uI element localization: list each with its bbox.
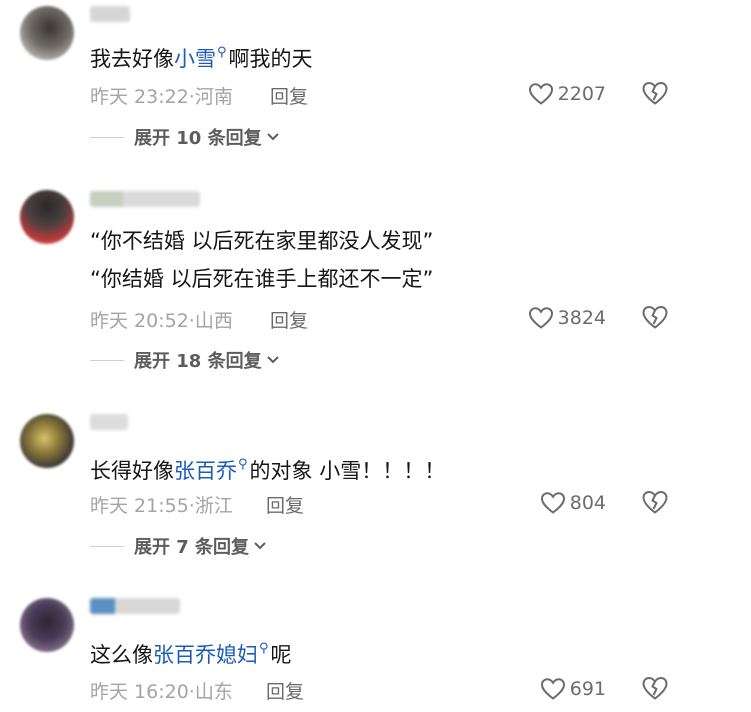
comment-text: 这么像张百乔媳妇⚲呢 [90, 634, 292, 670]
like-count: 3824 [557, 307, 606, 329]
comment-text-part: 长得好像 [90, 459, 174, 483]
search-keyword-link[interactable]: 小雪 [174, 47, 216, 71]
broken-heart-icon [642, 81, 668, 105]
like-count: 804 [569, 492, 606, 514]
expand-replies[interactable]: 展开 10 条回复 [90, 125, 280, 149]
search-keyword-link[interactable]: 张百乔 [174, 459, 237, 483]
avatar[interactable] [20, 598, 74, 652]
heart-icon [528, 83, 553, 105]
reply-button[interactable]: 回复 [270, 82, 308, 109]
search-icon: ⚲ [238, 457, 248, 472]
comment-text: 我去好像小雪⚲啊我的天 [90, 38, 313, 74]
username[interactable] [90, 191, 200, 207]
expand-replies-label: 展开 18 条回复 [134, 351, 262, 372]
avatar[interactable] [20, 414, 74, 468]
comment-text-part: 的对象 小雪！！！！ [249, 459, 446, 483]
comment-date: 昨天 16:20 [90, 681, 189, 703]
like-button[interactable]: 2207 [528, 80, 606, 108]
broken-heart-icon [642, 676, 668, 700]
comment-text-part: 啊我的天 [228, 47, 313, 71]
comment-meta: 昨天 20:52·山西 [90, 306, 233, 333]
reply-button[interactable]: 回复 [266, 677, 304, 704]
comment-date: 昨天 20:52 [90, 310, 189, 332]
dislike-button[interactable] [641, 489, 669, 519]
comment-meta: 昨天 16:20·山东 [90, 677, 233, 704]
divider-line [90, 359, 124, 361]
broken-heart-icon [642, 490, 668, 514]
heart-icon [540, 492, 565, 514]
comment-text-line: “你结婚 以后死在谁手上都还不一定” [90, 267, 434, 291]
like-button[interactable]: 804 [540, 489, 606, 517]
comment-date: 昨天 21:55 [90, 495, 189, 517]
username[interactable] [90, 598, 180, 614]
chevron-down-icon [254, 542, 266, 550]
comment-text-part: 我去好像 [90, 47, 174, 71]
expand-replies-label: 展开 10 条回复 [134, 128, 262, 149]
username[interactable] [90, 6, 130, 22]
divider-line [90, 136, 124, 138]
search-icon: ⚲ [217, 45, 227, 60]
like-button[interactable]: 3824 [528, 304, 606, 332]
comment-meta: 昨天 21:55·浙江 [90, 491, 233, 518]
avatar[interactable] [20, 190, 74, 244]
comment-text-part: 这么像 [90, 643, 153, 667]
like-count: 691 [569, 678, 606, 700]
comment-location: 浙江 [194, 495, 233, 517]
username[interactable] [90, 414, 128, 430]
chevron-down-icon [266, 133, 279, 141]
comment-date: 昨天 23:22 [90, 86, 189, 108]
heart-icon [528, 307, 553, 329]
expand-replies[interactable]: 展开 18 条回复 [90, 348, 280, 372]
broken-heart-icon [642, 305, 668, 329]
heart-icon [540, 678, 565, 700]
reply-button[interactable]: 回复 [270, 306, 308, 333]
dislike-button[interactable] [641, 675, 669, 705]
search-keyword-link[interactable]: 张百乔媳妇 [153, 643, 258, 667]
comment-location: 山西 [194, 310, 233, 332]
dislike-button[interactable] [641, 304, 669, 334]
comment-location: 山东 [194, 681, 233, 703]
avatar[interactable] [20, 6, 74, 60]
comment-meta: 昨天 23:22·河南 [90, 82, 233, 109]
divider-line [90, 545, 124, 547]
comment-text-line: “你不结婚 以后死在家里都没人发现” [90, 229, 434, 253]
like-button[interactable]: 691 [540, 675, 606, 703]
dislike-button[interactable] [641, 80, 669, 110]
comment-text-part: 呢 [270, 643, 292, 667]
like-count: 2207 [557, 83, 606, 105]
comment-location: 河南 [194, 86, 233, 108]
expand-replies-label: 展开 7 条回复 [134, 537, 250, 558]
search-icon: ⚲ [259, 641, 269, 656]
chevron-down-icon [266, 356, 279, 364]
reply-button[interactable]: 回复 [266, 491, 304, 518]
expand-replies[interactable]: 展开 7 条回复 [90, 534, 267, 558]
comment-text: 长得好像张百乔⚲的对象 小雪！！！！ [90, 450, 445, 486]
